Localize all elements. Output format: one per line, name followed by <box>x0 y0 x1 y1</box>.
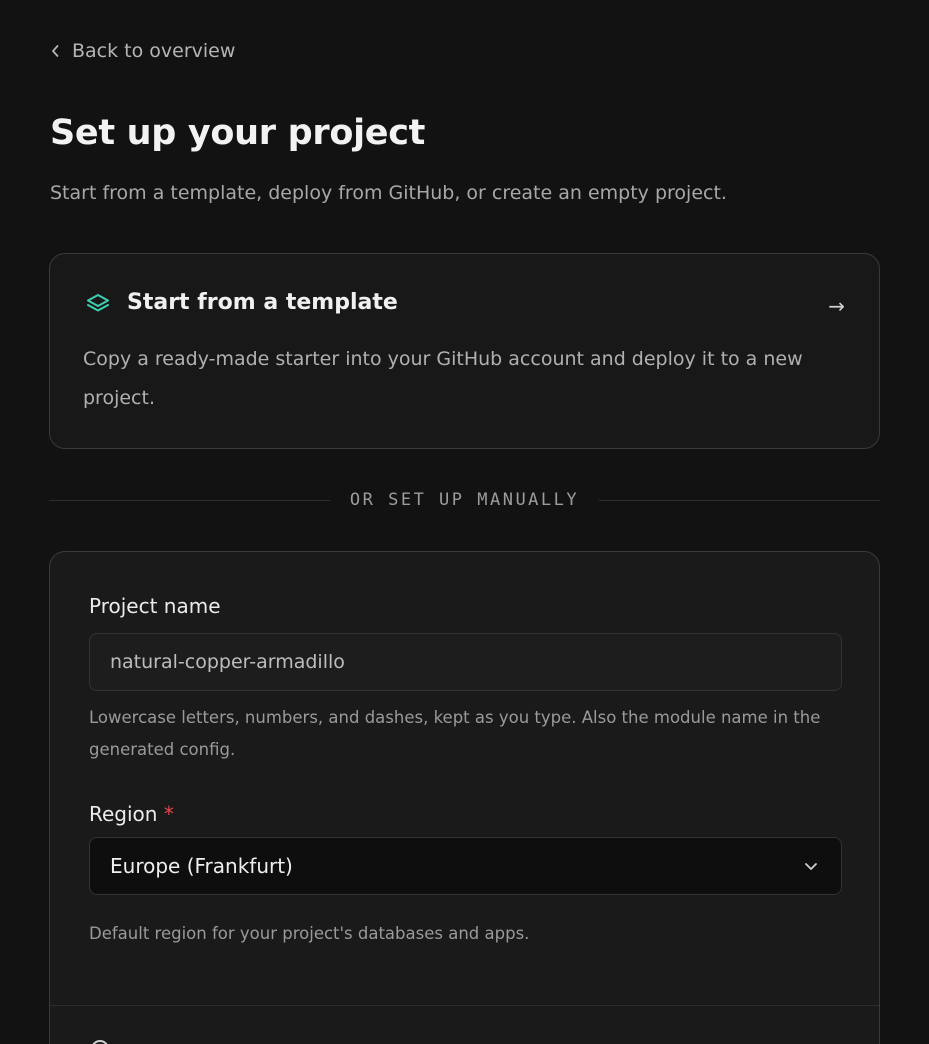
section-divider <box>50 1005 879 1006</box>
region-label-text: Region <box>89 802 158 826</box>
project-name-hint: Lowercase letters, numbers, and dashes, … <box>89 708 821 759</box>
region-selected-value: Europe (Frankfurt) <box>110 854 293 878</box>
template-card-title: Start from a template <box>127 290 398 315</box>
manual-setup-form: Project name natural-copper-armadillo Lo… <box>49 551 880 1044</box>
chevron-down-icon <box>805 863 817 870</box>
required-mark: * <box>163 802 174 826</box>
setup-page: Back to overview Set up your project Sta… <box>0 0 929 1044</box>
arrow-right-icon: → <box>828 294 845 318</box>
page-subtitle: Start from a template, deploy from GitHu… <box>50 182 727 204</box>
page-title: Set up your project <box>50 113 426 153</box>
project-name-input[interactable]: natural-copper-armadillo <box>89 633 842 691</box>
chevron-left-icon <box>52 45 59 57</box>
layers-icon <box>87 293 109 311</box>
region-label: Region * <box>89 802 174 826</box>
circle-icon <box>92 1040 108 1044</box>
region-select[interactable]: Europe (Frankfurt) <box>89 837 842 895</box>
or-divider: OR SET UP MANUALLY <box>49 486 881 514</box>
template-card-header: Start from a template <box>85 290 398 315</box>
back-to-overview-link[interactable]: Back to overview <box>50 40 235 62</box>
divider-line-left <box>49 499 330 501</box>
project-name-label: Project name <box>89 594 221 618</box>
template-card-description: Copy a ready-made starter into your GitH… <box>83 348 803 409</box>
divider-label: OR SET UP MANUALLY <box>349 490 580 510</box>
region-hint: Default region for your project's databa… <box>89 924 530 943</box>
divider-line-right <box>599 499 881 501</box>
back-link-label: Back to overview <box>72 40 236 62</box>
start-from-template-card[interactable]: Start from a template → Copy a ready-mad… <box>49 253 880 449</box>
